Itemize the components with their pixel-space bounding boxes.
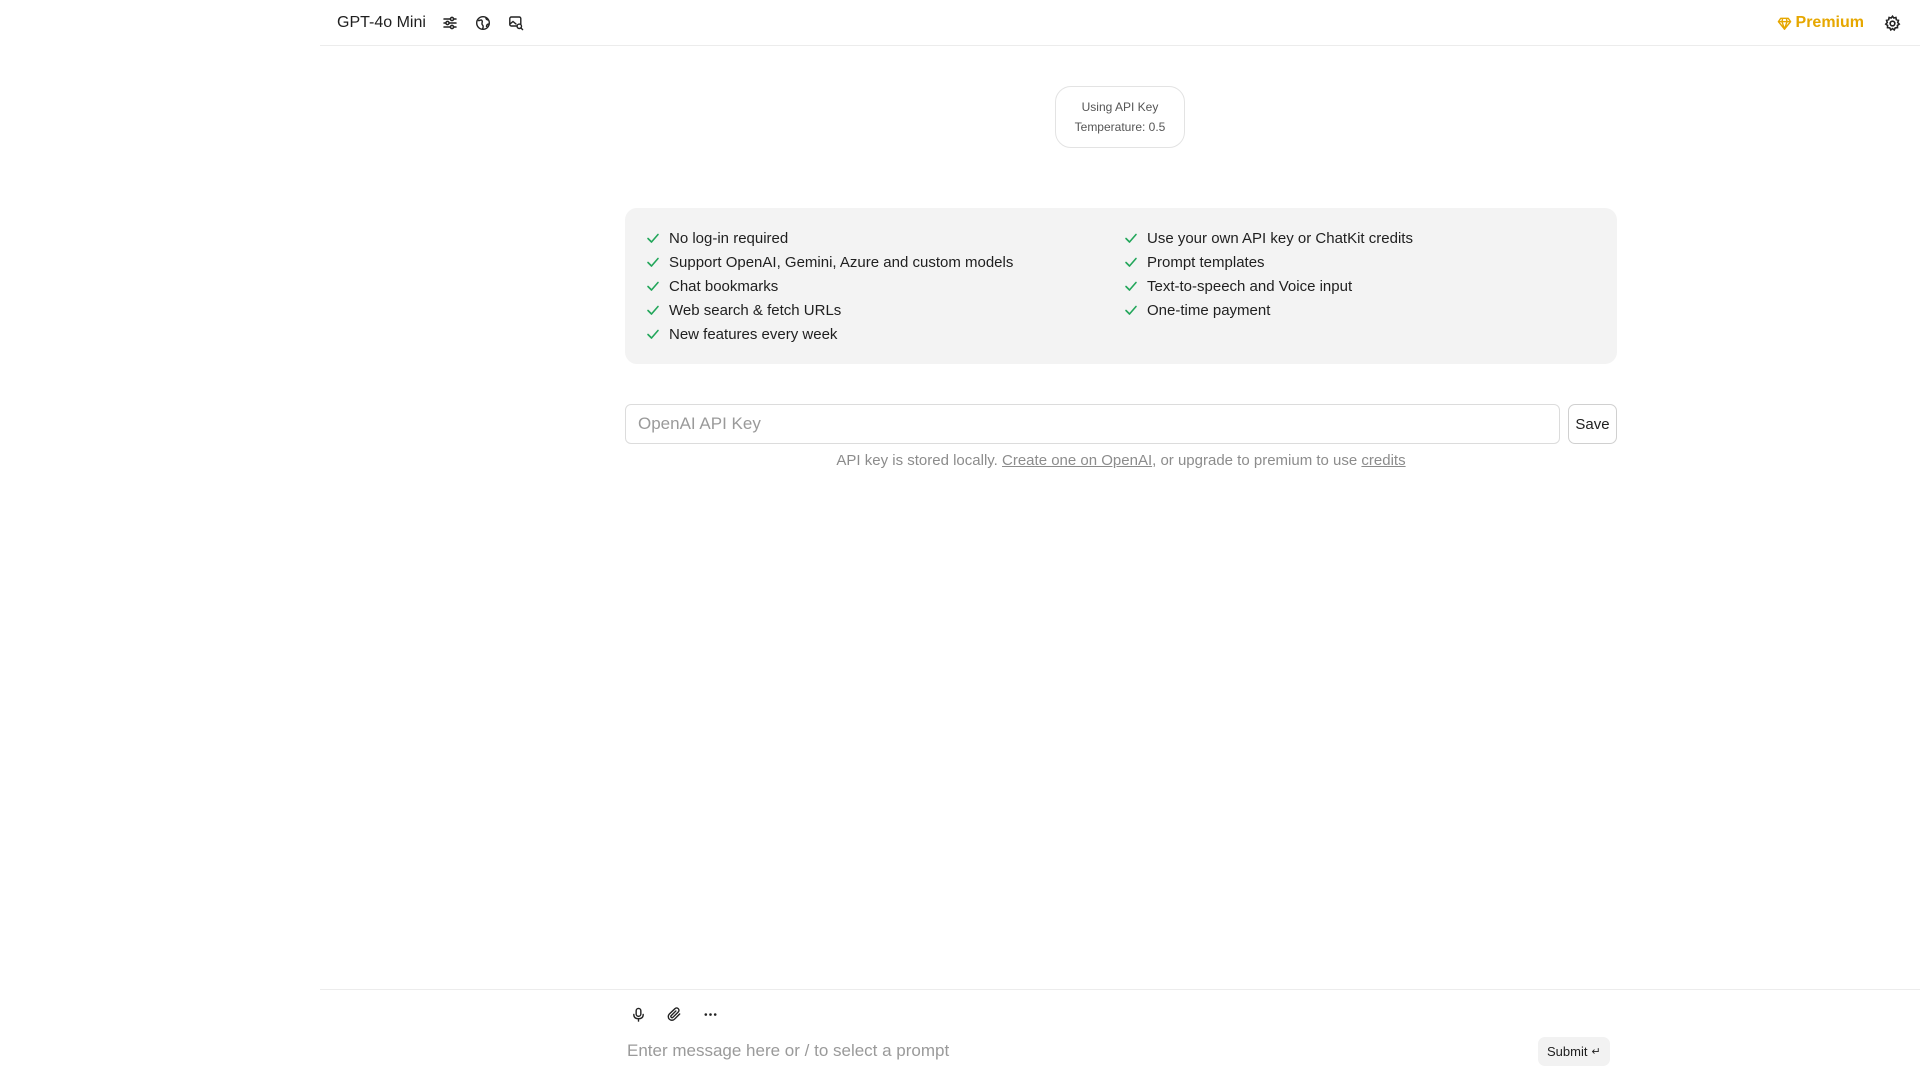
check-icon (1125, 233, 1137, 243)
submit-label: Submit (1547, 1044, 1588, 1059)
premium-button[interactable]: Premium (1777, 14, 1864, 32)
feature-text: No log-in required (669, 229, 789, 247)
microphone-icon[interactable] (627, 1003, 649, 1025)
feature-item: No log-in required (646, 226, 1124, 250)
create-key-link[interactable]: Create one on OpenAI (1002, 452, 1152, 469)
api-key-row: Save (625, 404, 1617, 445)
feature-text: Text-to-speech and Voice input (1147, 277, 1353, 295)
sidebar (0, 0, 320, 1080)
feature-text: Web search & fetch URLs (669, 301, 842, 319)
credits-link[interactable]: credits (1361, 452, 1405, 469)
api-mode-text: Using API Key (1081, 100, 1159, 114)
api-status-badge: Using API Key Temperature: 0.5 (1055, 86, 1185, 148)
top-bar: GPT-4o Mini Premium (320, 0, 1920, 46)
save-button[interactable]: Save (1568, 404, 1617, 444)
diamond-icon (1777, 17, 1791, 30)
feature-list-panel: No log-in required Support OpenAI, Gemin… (625, 208, 1617, 364)
check-icon (647, 329, 659, 339)
feature-item: Use your own API key or ChatKit credits (1124, 226, 1413, 250)
feature-text: Prompt templates (1147, 253, 1265, 271)
api-note-middle: , or upgrade to premium to use (1152, 452, 1362, 469)
api-note-prefix: API key is stored locally. (836, 452, 1003, 469)
api-key-input[interactable] (625, 404, 1560, 444)
feature-column-right: Use your own API key or ChatKit credits … (1124, 226, 1413, 364)
submit-button[interactable]: Submit ↵ (1538, 1037, 1610, 1066)
check-icon (1125, 281, 1137, 291)
feature-text: Chat bookmarks (669, 277, 779, 295)
feature-item: Chat bookmarks (646, 274, 1124, 298)
feature-item: One-time payment (1124, 298, 1413, 322)
feature-text: Support OpenAI, Gemini, Azure and custom… (669, 253, 1014, 271)
check-icon (647, 233, 659, 243)
check-icon (1125, 305, 1137, 315)
message-input[interactable] (627, 1038, 1527, 1064)
composer-toolbar (627, 1003, 735, 1025)
feature-column-left: No log-in required Support OpenAI, Gemin… (646, 226, 1124, 364)
top-bar-right: Premium (1777, 0, 1902, 46)
feature-item: New features every week (646, 322, 1124, 346)
feature-text: Use your own API key or ChatKit credits (1147, 229, 1413, 247)
api-key-note: API key is stored locally. Create one on… (625, 452, 1617, 469)
sliders-icon[interactable] (440, 13, 460, 33)
globe-icon[interactable] (473, 13, 493, 33)
paperclip-icon[interactable] (663, 1003, 685, 1025)
feature-item: Prompt templates (1124, 250, 1413, 274)
check-icon (647, 281, 659, 291)
check-icon (1125, 257, 1137, 267)
model-selector[interactable]: GPT-4o Mini (337, 14, 426, 32)
check-icon (647, 305, 659, 315)
main-area: GPT-4o Mini Premium Using API Key Temper… (320, 0, 1920, 1080)
enter-key-icon: ↵ (1591, 1046, 1601, 1058)
feature-text: New features every week (669, 325, 838, 343)
feature-item: Support OpenAI, Gemini, Azure and custom… (646, 250, 1124, 274)
feature-item: Web search & fetch URLs (646, 298, 1124, 322)
check-icon (647, 257, 659, 267)
premium-label: Premium (1795, 14, 1864, 31)
gear-icon[interactable] (1882, 13, 1902, 33)
more-options-icon[interactable] (699, 1003, 721, 1025)
temperature-text: Temperature: 0.5 (1074, 120, 1166, 134)
feature-text: One-time payment (1147, 301, 1271, 319)
message-composer: Submit ↵ (320, 989, 1920, 1080)
feature-item: Text-to-speech and Voice input (1124, 274, 1413, 298)
image-search-icon[interactable] (506, 13, 526, 33)
